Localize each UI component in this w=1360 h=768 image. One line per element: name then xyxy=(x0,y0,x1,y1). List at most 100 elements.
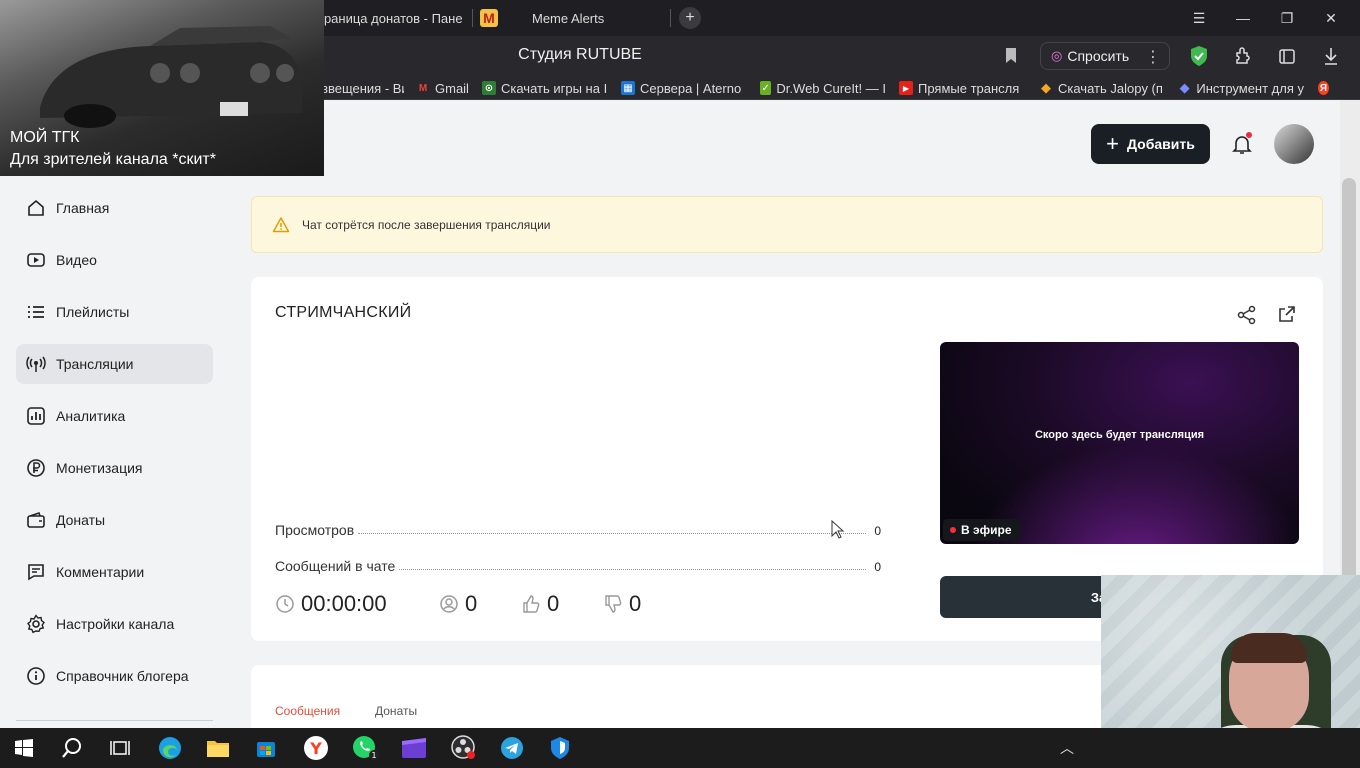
protect-shield-icon[interactable] xyxy=(1188,45,1210,67)
home-icon xyxy=(26,198,46,218)
yandex-browser-icon[interactable]: Y xyxy=(292,728,340,768)
task-view-icon[interactable] xyxy=(106,734,134,762)
bookmark-item[interactable]: звещения - Ви xyxy=(322,79,404,97)
stream-preview[interactable]: Скоро здесь будет трансляция В эфире xyxy=(940,342,1299,544)
sidebar-item-donations[interactable]: Донаты xyxy=(16,500,213,540)
info-icon xyxy=(26,666,46,686)
live-badge: В эфире xyxy=(943,519,1020,541)
video-icon xyxy=(26,250,46,270)
thumbs-down-icon xyxy=(605,595,622,613)
yandex-icon: Я xyxy=(1318,81,1329,95)
sidebar-item-monetization[interactable]: Монетизация xyxy=(16,448,213,488)
extensions-icon[interactable] xyxy=(1232,45,1254,67)
sidebar-item-video[interactable]: Видео xyxy=(16,240,213,280)
bookmark-item[interactable]: ◆ Инструмент для у xyxy=(1178,79,1304,97)
minimize-icon[interactable]: — xyxy=(1230,6,1256,30)
bookmark-label: Gmail xyxy=(435,80,469,96)
ask-ai-button[interactable]: ◎ Спросить ⋮ xyxy=(1040,42,1170,70)
obs-recording-icon[interactable] xyxy=(450,734,478,762)
bookmark-item[interactable]: ▦ Сервера | Aterno xyxy=(621,79,747,97)
tabs-menu-icon[interactable]: ☰ xyxy=(1186,6,1212,30)
sidebar-item-label: Справочник блогера xyxy=(56,668,189,684)
share-icon[interactable] xyxy=(1236,304,1258,326)
dislikes-value: 0 xyxy=(629,591,642,616)
stream-title: СТРИМЧАНСКИЙ xyxy=(275,304,412,321)
banner-line-2: Для зрителей канала *скит* xyxy=(10,151,216,168)
more-icon[interactable]: ⋮ xyxy=(1145,47,1161,67)
download-icon[interactable] xyxy=(1320,45,1342,67)
sidebar-item-label: Аналитика xyxy=(56,408,126,424)
webcam-person-hair xyxy=(1231,633,1307,663)
edge-browser-icon[interactable] xyxy=(156,734,184,762)
bookmark-label: Скачать игры на I xyxy=(501,80,608,96)
defender-shield-icon[interactable] xyxy=(546,734,574,762)
bookmark-label: Инструмент для у xyxy=(1196,80,1304,96)
tab-messages[interactable]: Сообщения xyxy=(275,704,340,718)
sidebar-item-channel-settings[interactable]: Настройки канала xyxy=(16,604,213,644)
sidebar-item-label: Трансляции xyxy=(56,356,134,372)
viewer-icon xyxy=(440,595,458,613)
sidebar-item-label: Плейлисты xyxy=(56,304,130,320)
tab-divider xyxy=(670,9,671,27)
video-editor-icon[interactable] xyxy=(400,734,428,762)
sidebar-item-label: Комментарии xyxy=(56,564,145,580)
banner-line-1: МОЙ ТГК xyxy=(10,129,80,146)
likes-value: 0 xyxy=(547,591,560,616)
scrollbar-thumb[interactable] xyxy=(1342,178,1356,598)
open-external-icon[interactable] xyxy=(1277,304,1297,324)
bookmark-item[interactable]: ◆ Скачать Jalopy (п xyxy=(1039,79,1165,97)
plus-icon: + xyxy=(1106,131,1120,156)
bookmark-icon[interactable] xyxy=(1004,47,1018,64)
sidebar-item-playlists[interactable]: Плейлисты xyxy=(16,292,213,332)
bookmark-gmail[interactable]: M Gmail xyxy=(416,79,476,97)
search-icon[interactable] xyxy=(58,734,86,762)
collections-icon[interactable] xyxy=(1276,45,1298,67)
site-icon: ⊙ xyxy=(482,81,496,95)
bookmark-item[interactable]: ✓ Dr.Web CureIt! — I xyxy=(760,79,886,97)
meme-alerts-logo-icon: M xyxy=(480,9,498,27)
site-icon: ◆ xyxy=(1179,80,1190,95)
browser-tab-meme-alerts[interactable]: M Meme Alerts xyxy=(480,4,670,32)
sidebar-item-analytics[interactable]: Аналитика xyxy=(16,396,213,436)
stat-value: 0 xyxy=(874,560,881,574)
telegram-icon[interactable] xyxy=(498,734,526,762)
sidebar-item-comments[interactable]: Комментарии xyxy=(16,552,213,592)
analytics-icon xyxy=(26,406,46,426)
close-icon[interactable]: ✕ xyxy=(1318,6,1344,30)
warning-banner: Чат сотрётся после завершения трансляции xyxy=(251,196,1323,253)
file-explorer-icon[interactable] xyxy=(204,734,232,762)
new-tab-button[interactable]: + xyxy=(679,7,701,29)
add-label: Добавить xyxy=(1127,136,1195,152)
sidebar-divider xyxy=(16,720,213,721)
microsoft-store-icon[interactable] xyxy=(252,734,280,762)
drweb-icon: ✓ xyxy=(760,81,772,95)
broadcast-icon xyxy=(26,354,46,374)
sidebar-item-broadcasts[interactable]: Трансляции xyxy=(16,344,213,384)
viewers-metric: 0 xyxy=(439,591,477,617)
restore-icon[interactable]: ❐ xyxy=(1274,6,1300,30)
system-tray-expand-icon[interactable]: ︿ xyxy=(1060,738,1074,758)
stat-chat-messages: Сообщений в чате 0 xyxy=(275,554,881,574)
aternos-icon: ▦ xyxy=(621,81,635,95)
bookmark-item[interactable]: ⊙ Скачать игры на I xyxy=(482,79,608,97)
page-title-in-address[interactable]: Студия RUTUBE xyxy=(470,46,690,64)
avatar[interactable] xyxy=(1274,124,1314,164)
add-button[interactable]: + Добавить xyxy=(1091,124,1210,164)
tab-divider xyxy=(472,9,473,27)
yandex-bookmark[interactable]: Я xyxy=(1318,79,1334,97)
sidebar-item-blogger-guide[interactable]: Справочник блогера xyxy=(16,656,213,696)
playlist-icon xyxy=(26,302,46,322)
bookmark-label: Сервера | Aterno xyxy=(640,80,742,96)
notification-dot xyxy=(1246,132,1252,138)
browser-tab-donations[interactable]: траница донатов - Пане xyxy=(318,4,468,32)
duration-metric: 00:00:00 xyxy=(275,591,387,617)
windows-start-icon[interactable] xyxy=(10,734,38,762)
tab-label: траница донатов - Пане xyxy=(318,10,463,26)
bookmark-item[interactable]: ▶ Прямые трансля xyxy=(899,79,1025,97)
sidebar-item-home[interactable]: Главная xyxy=(16,188,213,228)
whatsapp-icon[interactable]: 1 xyxy=(352,734,380,762)
tab-donations[interactable]: Донаты xyxy=(375,704,417,718)
preview-placeholder-text: Скоро здесь будет трансляция xyxy=(1034,429,1205,441)
svg-text:Y: Y xyxy=(309,739,322,758)
gear-icon xyxy=(26,614,46,634)
